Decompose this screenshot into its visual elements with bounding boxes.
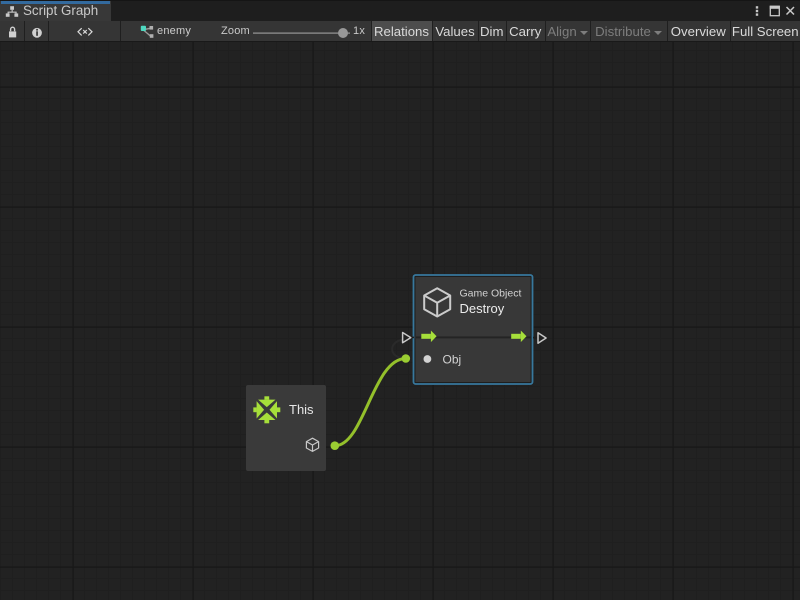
svg-text:Obj: Obj (443, 353, 462, 367)
svg-text:Game Object: Game Object (460, 288, 522, 300)
svg-text:This: This (289, 402, 314, 417)
svg-text:Destroy: Destroy (460, 301, 505, 316)
